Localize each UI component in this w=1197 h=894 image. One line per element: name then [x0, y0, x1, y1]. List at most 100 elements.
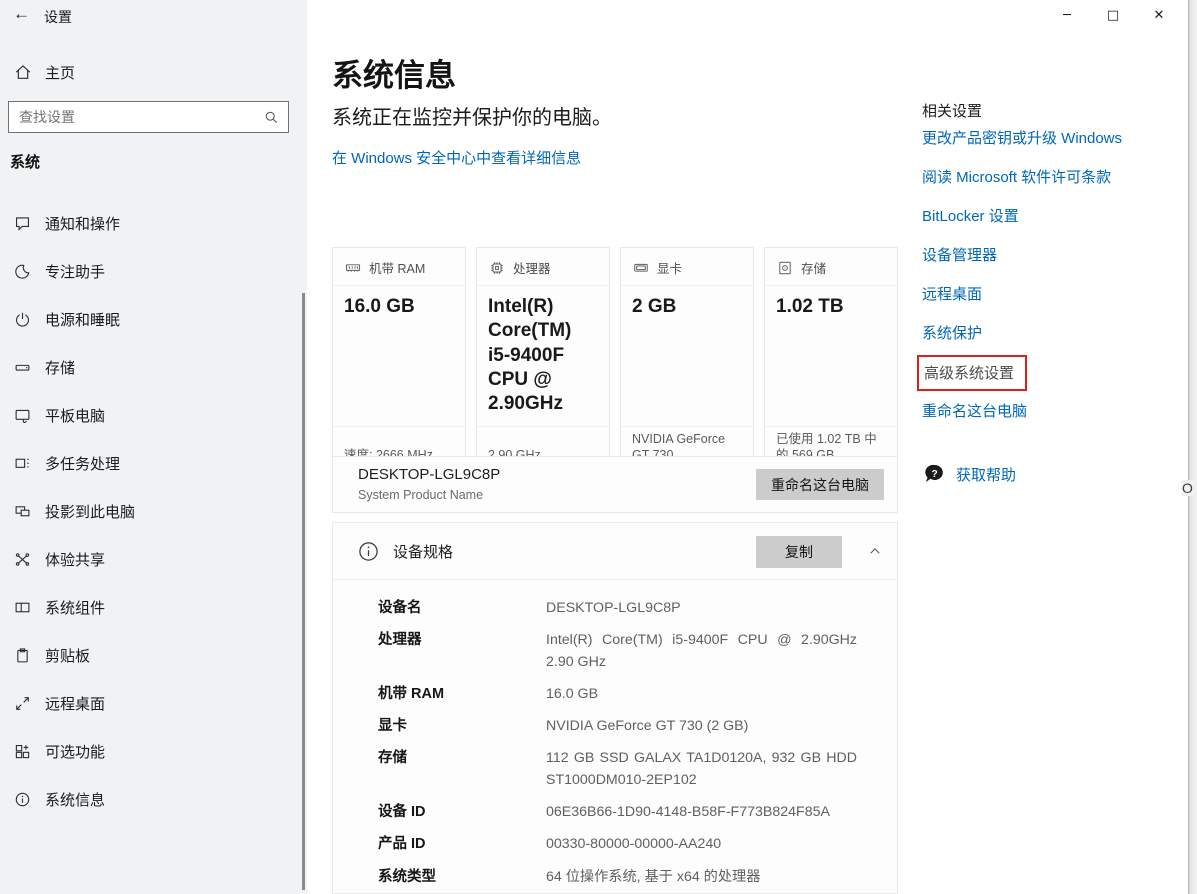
tablet-icon: [14, 407, 31, 424]
computer-name: DESKTOP-LGL9C8P: [358, 466, 500, 483]
sidebar-item-power-sleep[interactable]: 电源和睡眠: [0, 295, 300, 343]
sidebar-item-project[interactable]: 投影到此电脑: [0, 487, 300, 535]
advanced-system-settings-highlight: 高级系统设置: [917, 355, 1027, 391]
storage-drive-icon: [14, 359, 31, 376]
get-help-icon: ?: [922, 462, 946, 486]
sidebar-item-label: 平板电脑: [45, 405, 105, 426]
sidebar-item-label: 多任务处理: [45, 453, 120, 474]
back-icon[interactable]: ←: [13, 4, 30, 24]
card-value: Intel(R) Core(TM) i5-9400F CPU @ 2.90GHz: [477, 286, 609, 426]
card-header: 机带 RAM: [333, 248, 465, 286]
card-graphics: 显卡 2 GB NVIDIA GeForce GT 730: [620, 247, 754, 474]
sidebar-section-system: 系统: [10, 151, 40, 172]
device-specs-header: 设备规格 复制: [333, 523, 897, 580]
sidebar-item-label: 可选功能: [45, 741, 105, 762]
search-box[interactable]: [8, 101, 289, 133]
spec-cards: 机带 RAM 16.0 GB 速度: 2666 MHz 处理器 Intel(R)…: [332, 247, 898, 443]
disk-icon: [777, 260, 793, 276]
sidebar-item-label: 远程桌面: [45, 693, 105, 714]
app-title: 设置: [44, 7, 72, 27]
window-edge: [1188, 0, 1197, 894]
sidebar-item-remote-desktop[interactable]: 远程桌面: [0, 679, 300, 727]
card-ram: 机带 RAM 16.0 GB 速度: 2666 MHz: [332, 247, 466, 474]
device-specs-panel: 设备规格 复制 设备名DESKTOP-LGL9C8P 处理器Intel(R) C…: [332, 522, 898, 894]
sidebar-item-label: 专注助手: [45, 261, 105, 282]
table-row: 设备名DESKTOP-LGL9C8P: [378, 598, 857, 619]
link-system-protection[interactable]: 系统保护: [922, 322, 982, 343]
sidebar-item-label: 投影到此电脑: [45, 501, 135, 522]
link-remote-desktop[interactable]: 远程桌面: [922, 283, 982, 304]
link-bitlocker[interactable]: BitLocker 设置: [922, 205, 1019, 226]
sidebar-item-label: 体验共享: [45, 549, 105, 570]
gpu-icon: [633, 260, 649, 276]
table-row: 存储112 GB SSD GALAX TA1D0120A, 932 GB HDD…: [378, 748, 857, 791]
power-icon: [14, 311, 31, 328]
shared-experiences-icon: [14, 551, 31, 568]
sidebar-item-shared-experiences[interactable]: 体验共享: [0, 535, 300, 583]
sidebar-item-label: 通知和操作: [45, 213, 120, 234]
sidebar-item-label: 主页: [45, 62, 75, 83]
page-title: 系统信息: [332, 50, 456, 95]
get-help-label: 获取帮助: [956, 464, 1016, 485]
sidebar-item-label: 存储: [45, 357, 75, 378]
link-rename-pc[interactable]: 重命名这台电脑: [922, 400, 1027, 421]
remote-desktop-icon: [14, 695, 31, 712]
ram-icon: [345, 260, 361, 276]
info-circle-icon: [358, 541, 379, 562]
get-help-row[interactable]: ? 获取帮助: [922, 462, 1016, 486]
sidebar-item-system-components[interactable]: 系统组件: [0, 583, 300, 631]
sidebar-item-notifications[interactable]: 通知和操作: [0, 199, 300, 247]
cpu-icon: [489, 260, 505, 276]
sidebar-item-storage[interactable]: 存储: [0, 343, 300, 391]
search-input[interactable]: [9, 109, 264, 125]
card-label: 处理器: [513, 258, 551, 277]
card-value: 1.02 TB: [765, 286, 897, 426]
link-device-manager[interactable]: 设备管理器: [922, 244, 997, 265]
sidebar-item-label: 系统信息: [45, 789, 105, 810]
card-header: 存储: [765, 248, 897, 286]
table-row: 机带 RAM16.0 GB: [378, 684, 857, 705]
system-components-icon: [14, 599, 31, 616]
notifications-icon: [14, 215, 31, 232]
card-value: 2 GB: [621, 286, 753, 426]
related-settings: 相关设置 更改产品密钥或升级 Windows 阅读 Microsoft 软件许可…: [922, 0, 1162, 894]
sidebar-item-label: 电源和睡眠: [45, 309, 120, 330]
card-header: 显卡: [621, 248, 753, 286]
sidebar-item-optional-features[interactable]: 可选功能: [0, 727, 300, 775]
multitasking-icon: [14, 455, 31, 472]
sidebar-nav: 通知和操作 专注助手 电源和睡眠 存储 平板电脑: [0, 199, 300, 823]
edge-artifact: O: [1181, 480, 1194, 496]
card-label: 显卡: [657, 258, 682, 277]
about-icon: [14, 791, 31, 808]
sidebar-item-clipboard[interactable]: 剪贴板: [0, 631, 300, 679]
svg-text:?: ?: [931, 468, 937, 480]
card-processor: 处理器 Intel(R) Core(TM) i5-9400F CPU @ 2.9…: [476, 247, 610, 474]
link-advanced-system-settings[interactable]: 高级系统设置: [924, 365, 1014, 382]
rename-pc-button[interactable]: 重命名这台电脑: [756, 469, 884, 500]
table-row: 处理器Intel(R) Core(TM) i5-9400F CPU @ 2.90…: [378, 630, 857, 673]
link-license-terms[interactable]: 阅读 Microsoft 软件许可条款: [922, 166, 1111, 187]
sidebar-item-home[interactable]: 主页: [14, 58, 294, 86]
card-header: 处理器: [477, 248, 609, 286]
sidebar-item-multitasking[interactable]: 多任务处理: [0, 439, 300, 487]
device-specs-title: 设备规格: [393, 541, 453, 562]
link-change-product-key[interactable]: 更改产品密钥或升级 Windows: [922, 127, 1122, 148]
project-icon: [14, 503, 31, 520]
card-label: 存储: [801, 258, 826, 277]
page-subtitle: 系统正在监控并保护你的电脑。: [332, 101, 612, 130]
table-row: 系统类型64 位操作系统, 基于 x64 的处理器: [378, 867, 857, 888]
related-settings-title: 相关设置: [922, 100, 982, 121]
card-value: 16.0 GB: [333, 286, 465, 426]
focus-assist-icon: [14, 263, 31, 280]
card-storage: 存储 1.02 TB 已使用 1.02 TB 中的 569 GB: [764, 247, 898, 474]
sidebar-item-focus-assist[interactable]: 专注助手: [0, 247, 300, 295]
security-center-link[interactable]: 在 Windows 安全中心中查看详细信息: [332, 147, 581, 168]
sidebar-scrollbar[interactable]: [302, 293, 305, 890]
copy-button[interactable]: 复制: [756, 536, 842, 568]
home-icon: [14, 63, 32, 81]
search-icon[interactable]: [264, 110, 279, 125]
chevron-up-icon[interactable]: [868, 544, 882, 558]
sidebar-item-tablet[interactable]: 平板电脑: [0, 391, 300, 439]
sidebar-item-about[interactable]: 系统信息: [0, 775, 300, 823]
computer-name-panel: DESKTOP-LGL9C8P System Product Name 重命名这…: [332, 456, 898, 513]
